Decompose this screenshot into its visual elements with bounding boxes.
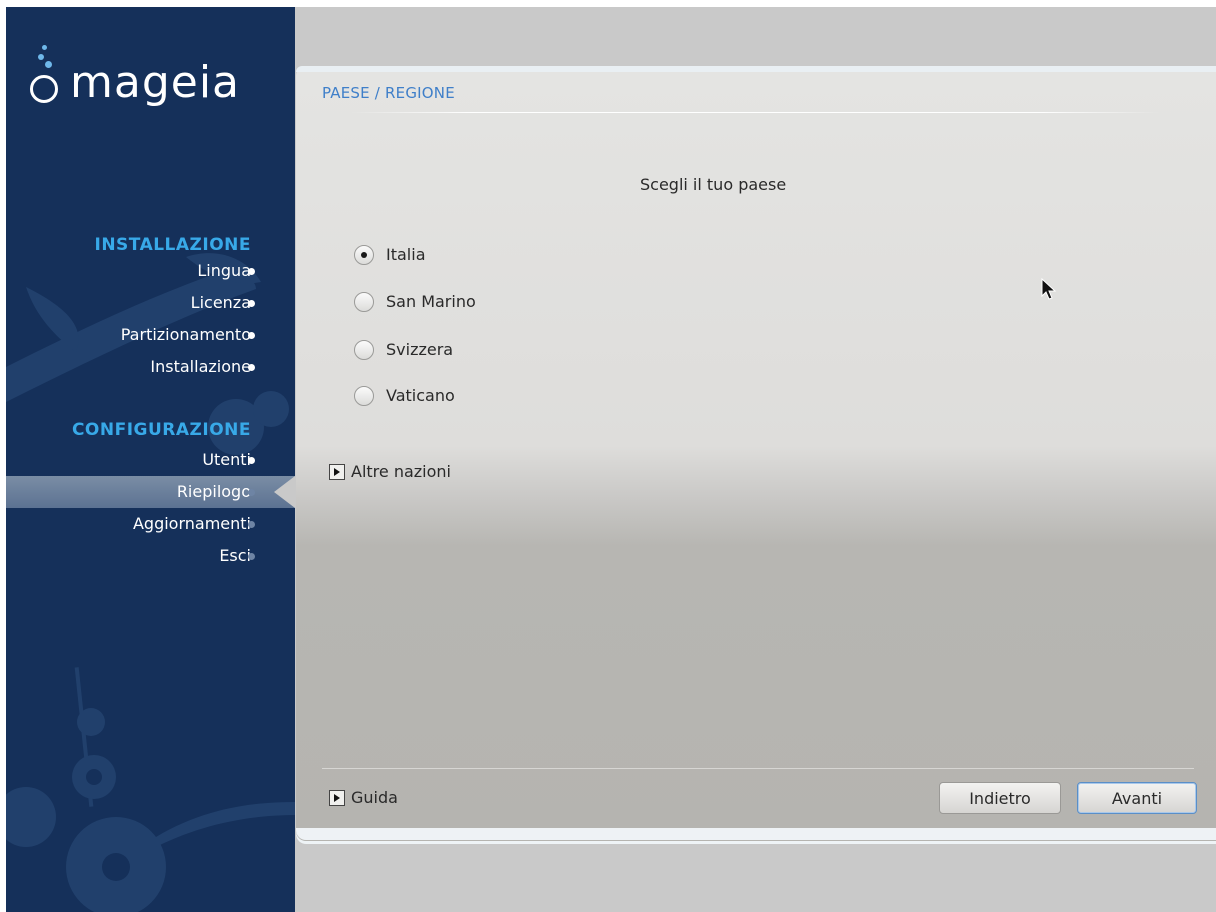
section-title-installation: INSTALLAZIONE [94,235,251,255]
step-summary: Riepilogo [176,482,251,501]
next-button[interactable]: Avanti [1077,782,1197,814]
country-label: Italia [386,245,426,264]
expander-label: Guida [351,788,398,807]
mageia-logo: mageia [18,37,288,117]
step-updates: Aggiornamenti [132,514,251,533]
step-done-bullet [248,364,255,371]
brand-name: mageia [70,57,241,108]
radio-button[interactable] [354,292,374,312]
country-prompt: Scegli il tuo paese [640,175,787,194]
expander-label: Altre nazioni [351,462,451,481]
page-title: PAESE / REGIONE [322,84,455,102]
panel-bottom-edge [296,828,1216,840]
footer-divider [322,768,1194,769]
country-label: Svizzera [386,340,454,359]
panel-top-edge [296,66,1216,72]
step-done-bullet [248,268,255,275]
back-button[interactable]: Indietro [939,782,1061,814]
expand-triangle-icon [329,790,345,806]
step-pending-bullet [248,489,255,496]
mouse-pointer-icon [1041,278,1057,300]
step-pending-bullet [248,521,255,528]
step-partitioning: Partizionamento [120,325,251,344]
heading-divider [350,112,1160,113]
step-exit: Esci [219,546,251,565]
step-pending-bullet [248,553,255,560]
country-label: San Marino [386,292,476,311]
step-done-bullet [248,300,255,307]
step-installation: Installazione [150,357,251,376]
section-title-configuration: CONFIGURAZIONE [71,420,251,440]
cauldron-icon [30,75,58,103]
country-label: Vaticano [386,386,455,405]
step-done-bullet [248,332,255,339]
step-users: Utenti [202,450,251,469]
radio-button[interactable] [354,386,374,406]
step-language: Lingua [197,261,251,280]
step-license: Licenza [190,293,251,312]
expand-triangle-icon [329,464,345,480]
radio-button[interactable] [354,340,374,360]
step-done-bullet [248,457,255,464]
radio-button-selected[interactable] [354,245,374,265]
current-step-pointer [274,476,295,508]
sidebar: mageia INSTALLAZIONE Lingua Licenza Part… [6,7,295,912]
